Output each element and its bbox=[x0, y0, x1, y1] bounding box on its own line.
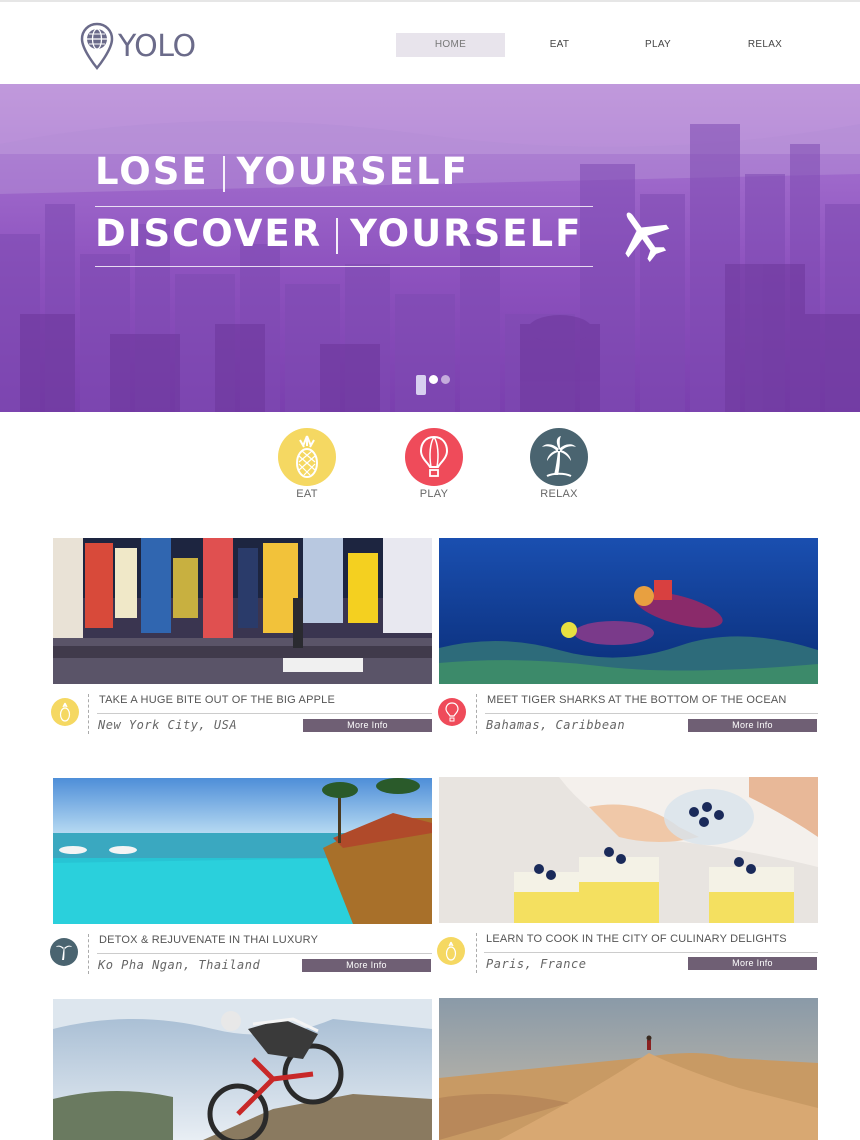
card-location: Bahamas, Caribbean bbox=[486, 718, 626, 732]
slide-indicator-2[interactable] bbox=[429, 375, 438, 384]
site-header: YOLO HOME EAT PLAY RELAX bbox=[0, 0, 860, 84]
category-relax[interactable]: RELAX bbox=[519, 428, 599, 500]
hot-air-balloon-icon bbox=[405, 428, 463, 486]
more-info-button[interactable]: More Info bbox=[688, 957, 817, 970]
card-location: Ko Pha Ngan, Thailand bbox=[98, 958, 261, 972]
hero-word-yourself: YOURSELF bbox=[350, 212, 583, 255]
pineapple-icon bbox=[51, 698, 79, 726]
slide-indicator-3[interactable] bbox=[441, 375, 450, 384]
hero-headline-2: DISCOVER YOURSELF bbox=[95, 212, 582, 255]
hero-rule bbox=[95, 266, 593, 267]
nav-eat[interactable]: EAT bbox=[505, 33, 614, 57]
destination-card-thailand[interactable]: DETOX & REJUVENATE IN THAI LUXURY Ko Pha… bbox=[50, 778, 433, 974]
card-divider bbox=[88, 934, 89, 974]
airplane-icon bbox=[625, 212, 670, 263]
times-square-photo bbox=[53, 538, 432, 684]
nav-relax[interactable]: RELAX bbox=[702, 33, 828, 57]
destination-card-desert[interactable] bbox=[439, 998, 819, 1140]
card-rule bbox=[97, 953, 432, 954]
pineapple-icon bbox=[278, 428, 336, 486]
category-play[interactable]: PLAY bbox=[394, 428, 474, 500]
card-location: Paris, France bbox=[486, 957, 587, 971]
hero-divider bbox=[336, 217, 339, 254]
card-title: TAKE A HUGE BITE OUT OF THE BIG APPLE bbox=[99, 694, 336, 706]
hero-divider bbox=[222, 155, 225, 192]
card-title: DETOX & REJUVENATE IN THAI LUXURY bbox=[99, 934, 319, 946]
main-nav: HOME EAT PLAY RELAX bbox=[396, 33, 828, 57]
card-rule bbox=[484, 952, 818, 953]
card-location: New York City, USA bbox=[98, 718, 238, 732]
card-rule bbox=[97, 713, 432, 714]
pineapple-icon bbox=[437, 937, 465, 965]
destination-card-paris[interactable]: LEARN TO COOK IN THE CITY OF CULINARY DE… bbox=[437, 777, 819, 973]
mountain-biker-photo bbox=[53, 999, 432, 1140]
brand-name: YOLO bbox=[118, 28, 196, 64]
slider-dots bbox=[416, 375, 450, 395]
blueberry-dessert-photo bbox=[439, 777, 818, 923]
card-rule bbox=[485, 713, 818, 714]
nav-home[interactable]: HOME bbox=[396, 33, 505, 57]
category-label: EAT bbox=[296, 488, 318, 500]
more-info-button[interactable]: More Info bbox=[302, 959, 431, 972]
card-title: MEET TIGER SHARKS AT THE BOTTOM OF THE O… bbox=[487, 694, 787, 706]
palm-tree-icon bbox=[50, 938, 78, 966]
hot-air-balloon-icon bbox=[438, 698, 466, 726]
nav-play[interactable]: PLAY bbox=[614, 33, 702, 57]
destination-card-new-york[interactable]: TAKE A HUGE BITE OUT OF THE BIG APPLE Ne… bbox=[51, 538, 433, 734]
category-label: PLAY bbox=[419, 488, 449, 500]
desert-dune-photo bbox=[439, 998, 818, 1140]
map-pin-globe-icon bbox=[80, 22, 114, 70]
more-info-button[interactable]: More Info bbox=[303, 719, 432, 732]
scuba-divers-photo bbox=[439, 538, 818, 684]
logo[interactable]: YOLO bbox=[80, 22, 196, 70]
card-divider bbox=[476, 933, 477, 973]
destination-card-biking[interactable] bbox=[53, 999, 433, 1140]
more-info-button[interactable]: More Info bbox=[688, 719, 817, 732]
destination-card-bahamas[interactable]: MEET TIGER SHARKS AT THE BOTTOM OF THE O… bbox=[438, 538, 819, 734]
hero-banner: LOSE YOURSELF DISCOVER YOURSELF bbox=[0, 84, 860, 412]
card-divider bbox=[476, 694, 477, 734]
hero-headline-1: LOSE YOURSELF bbox=[95, 150, 469, 193]
category-label: RELAX bbox=[540, 488, 578, 500]
card-title: LEARN TO COOK IN THE CITY OF CULINARY DE… bbox=[486, 933, 787, 945]
card-divider bbox=[88, 694, 89, 734]
hero-word-lose: LOSE bbox=[95, 150, 209, 193]
hero-rule bbox=[95, 206, 593, 207]
infinity-pool-photo bbox=[53, 778, 432, 924]
hero-word-yourself: YOURSELF bbox=[236, 150, 469, 193]
slide-indicator-1[interactable] bbox=[416, 375, 426, 395]
category-eat[interactable]: EAT bbox=[267, 428, 347, 500]
palm-tree-icon bbox=[530, 428, 588, 486]
hero-word-discover: DISCOVER bbox=[95, 212, 323, 255]
